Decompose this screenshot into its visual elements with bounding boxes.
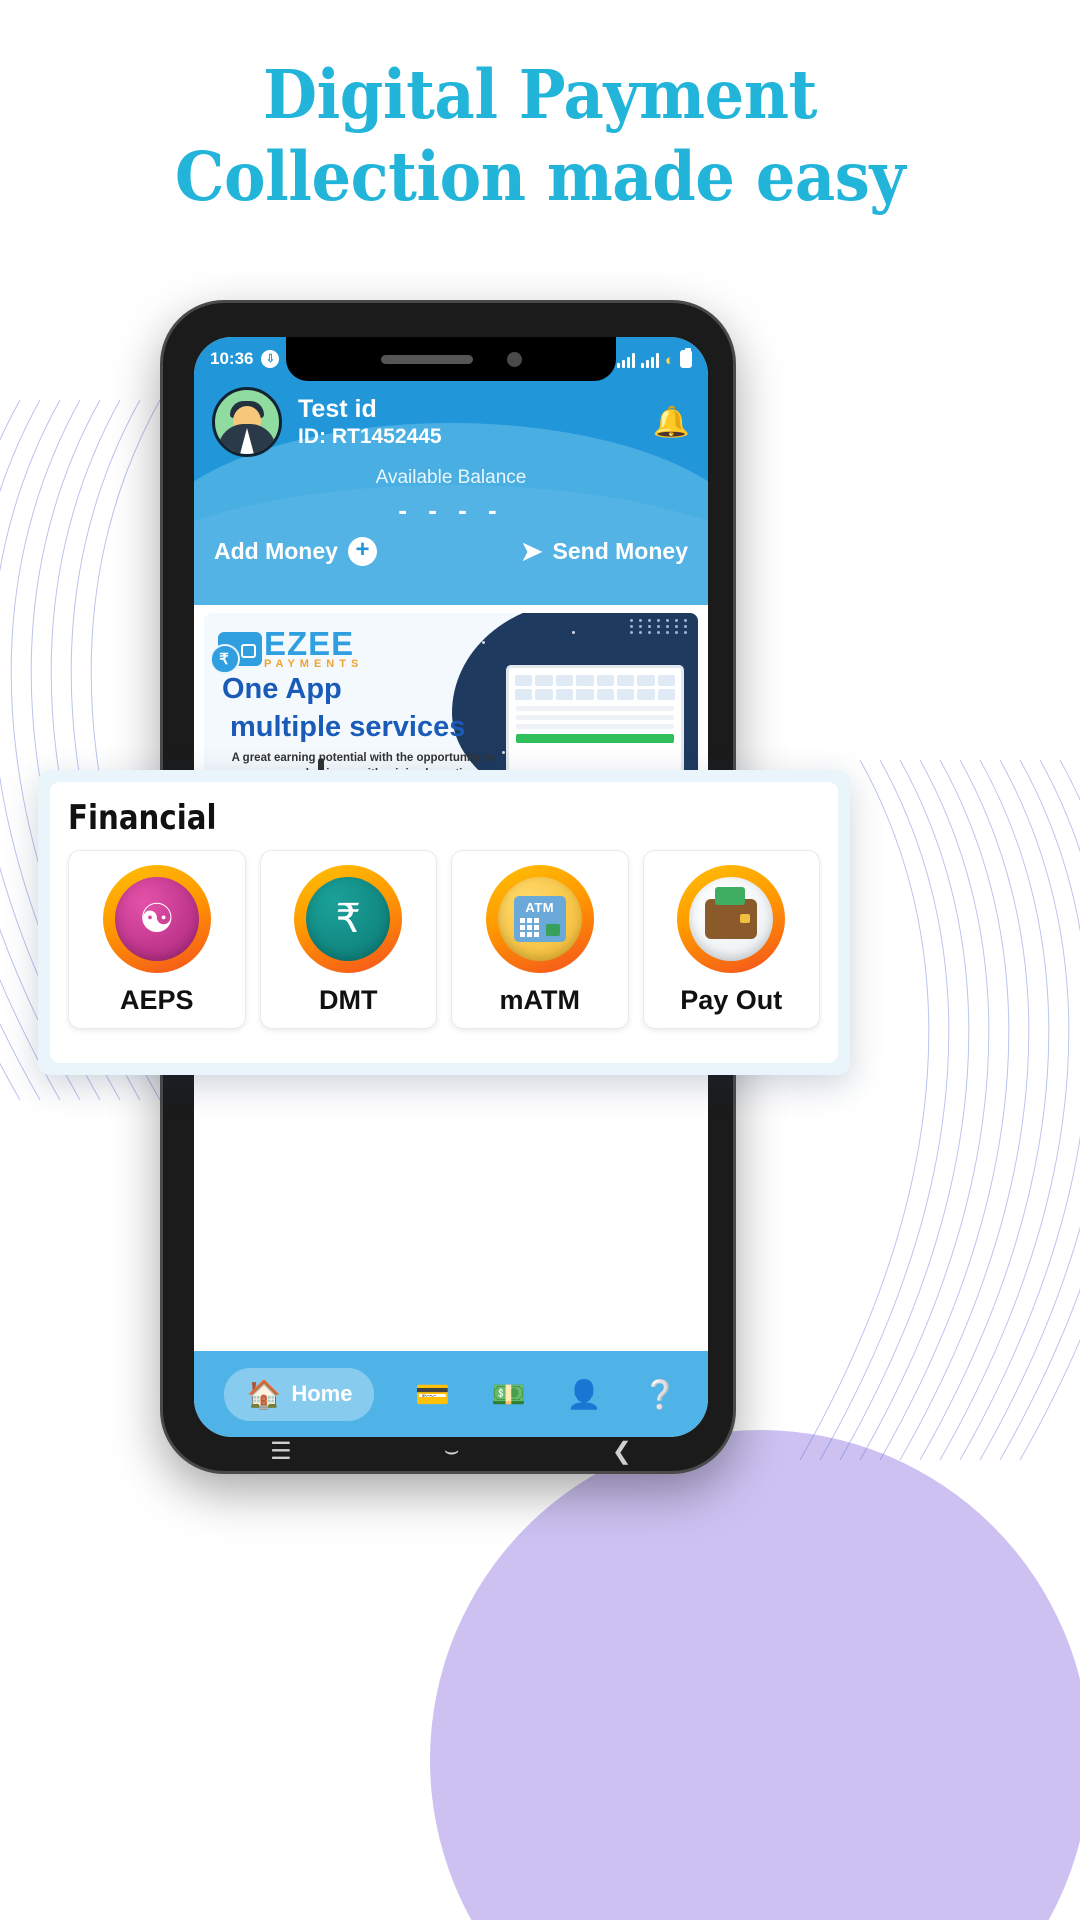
profile-icon[interactable]: 👤 — [567, 1378, 602, 1411]
phone-notch — [286, 337, 616, 381]
headline-line-1: Digital Payment — [263, 55, 817, 134]
help-icon[interactable]: ❔ — [643, 1378, 678, 1411]
plus-circle-icon: + — [347, 537, 377, 566]
back-icon[interactable]: ❮ — [612, 1437, 632, 1466]
banner-dot-grid — [630, 619, 690, 634]
profile-row[interactable]: Test id ID: RT1452445 🔔 — [194, 381, 708, 457]
money-icon[interactable]: 💵 — [491, 1378, 526, 1411]
laptop-green-button — [516, 734, 674, 743]
front-camera-icon — [506, 351, 522, 367]
rupee-badge-icon: ₹ — [212, 647, 236, 672]
financial-overlay-card: Financial ☯ AEPS ₹ DMT ATM mATM Pay Out — [38, 770, 850, 1075]
battery-icon — [680, 348, 692, 368]
user-id: ID: RT1452445 — [298, 425, 442, 449]
financial-tile-label: Pay Out — [680, 985, 783, 1015]
user-info: Test id ID: RT1452445 — [298, 394, 442, 450]
marketing-page: Digital Payment Collection made easy 10:… — [0, 0, 1080, 1920]
add-money-button[interactable]: Add Money + — [214, 537, 377, 566]
headline-line-2: Collection made easy — [174, 136, 906, 216]
financial-tile-dmt[interactable]: ₹ DMT — [259, 850, 437, 1029]
money-actions-row: Add Money + ➤ Send Money — [194, 526, 708, 567]
page-headline: Digital Payment Collection made easy — [38, 54, 1042, 217]
balance-label: Available Balance — [375, 467, 527, 488]
laptop-dashboard-illustration — [506, 665, 684, 783]
bell-icon[interactable]: 🔔 — [653, 405, 690, 440]
wallet-cash-icon — [677, 865, 786, 973]
financial-tile-aeps[interactable]: ☯ AEPS — [68, 850, 246, 1029]
financial-tile-label: mATM — [499, 985, 581, 1015]
financial-tile-label: DMT — [319, 985, 378, 1015]
paper-plane-icon: ➤ — [520, 536, 543, 566]
brand-block: EZEE PAYMENTS — [264, 627, 363, 670]
signal-bars-icon-2 — [640, 352, 659, 368]
send-money-label: Send Money — [552, 538, 688, 564]
money-transfer-icon: ₹ — [294, 865, 403, 973]
banner-title-line-2: multiple services — [230, 711, 466, 743]
financial-tile-label: AEPS — [119, 985, 194, 1015]
earpiece-speaker — [380, 354, 473, 364]
send-money-button[interactable]: ➤ Send Money — [521, 536, 688, 567]
download-icon: ⇩ — [261, 350, 280, 368]
financial-tile-payout[interactable]: Pay Out — [642, 850, 820, 1029]
financial-card-inner: Financial ☯ AEPS ₹ DMT ATM mATM Pay Out — [50, 782, 838, 1063]
status-time: 10:36 — [210, 349, 254, 368]
wallet-rupee-icon: ₹ — [210, 631, 262, 674]
brand-name: EZEE — [264, 625, 355, 662]
fingerprint-icon: ☯ — [102, 865, 211, 973]
atm-label: ATM — [525, 900, 555, 915]
add-money-label: Add Money — [214, 538, 338, 564]
decorative-purple-blob — [430, 1430, 1080, 1920]
status-bar-right: ◐ — [616, 348, 692, 369]
user-name: Test id — [298, 394, 377, 423]
financial-card-title: Financial — [68, 798, 217, 838]
nav-home-label: Home — [291, 1381, 353, 1406]
laptop-icon-grid — [509, 668, 681, 702]
home-circle-icon[interactable]: ⌣ — [444, 1437, 460, 1465]
avatar[interactable] — [212, 387, 282, 457]
banner-logo: ₹ EZEE PAYMENTS — [210, 627, 363, 674]
atm-screen: ATM — [513, 896, 566, 942]
financial-tile-matm[interactable]: ATM mATM — [451, 850, 629, 1029]
wifi-icon: ◐ — [664, 352, 674, 369]
balance-block: Available Balance - - - - — [194, 467, 708, 526]
financial-tiles-grid: ☯ AEPS ₹ DMT ATM mATM Pay Out — [68, 850, 820, 1029]
nav-item-home[interactable]: 🏠 Home — [224, 1367, 375, 1421]
atm-machine-icon: ATM — [485, 865, 594, 973]
card-icon[interactable]: 💳 — [415, 1378, 450, 1411]
android-soft-keys: ☰ ⌣ ❮ — [194, 1431, 708, 1471]
recents-icon[interactable]: ☰ — [270, 1437, 292, 1466]
balance-value: - - - - — [398, 495, 504, 525]
home-icon: 🏠 — [246, 1378, 282, 1410]
banner-title-line-1: One App — [222, 673, 342, 705]
signal-bars-icon — [616, 352, 635, 368]
bottom-navigation: 🏠 Home 💳 💵 👤 ❔ — [194, 1351, 708, 1437]
brand-subtitle: PAYMENTS — [264, 658, 364, 670]
